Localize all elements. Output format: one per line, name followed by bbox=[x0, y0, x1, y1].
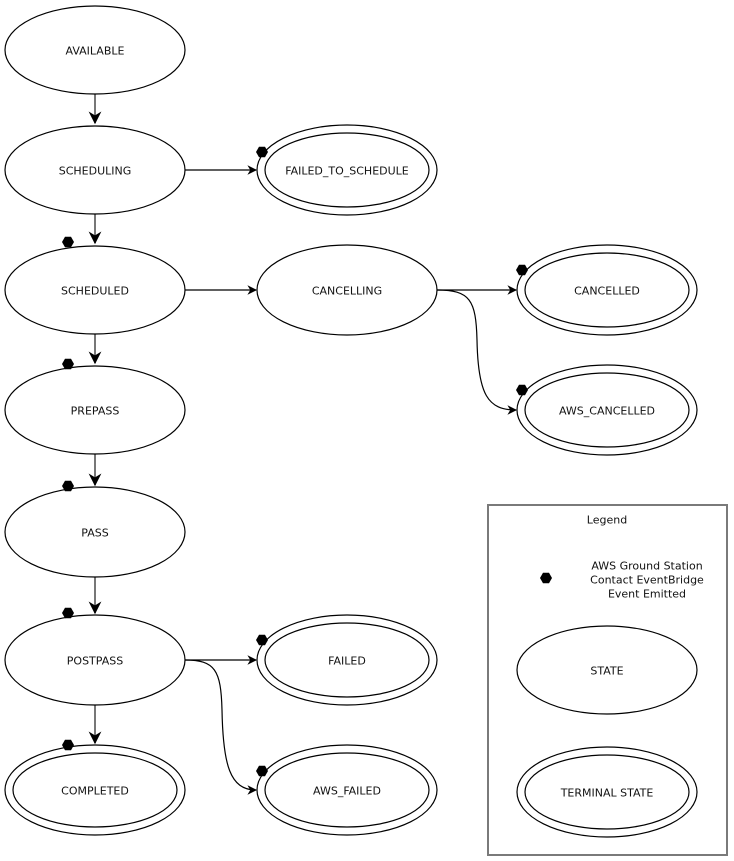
state-completed: COMPLETED bbox=[4, 744, 186, 836]
edge-cancelling-aws-cancelled bbox=[436, 289, 517, 415]
state-label: AWS_CANCELLED bbox=[559, 405, 655, 418]
state-label: PASS bbox=[81, 527, 108, 540]
state-cancelled: CANCELLED bbox=[516, 244, 698, 336]
state-label: AWS_FAILED bbox=[313, 785, 381, 798]
state-pass: PASS bbox=[4, 486, 186, 578]
state-label: FAILED bbox=[328, 655, 366, 668]
state-scheduling: SCHEDULING bbox=[4, 125, 186, 215]
state-label: SCHEDULING bbox=[59, 165, 132, 178]
legend-terminal-state-label: TERMINAL STATE bbox=[560, 787, 654, 800]
state-prepass: PREPASS bbox=[4, 365, 186, 455]
state-aws-cancelled: AWS_CANCELLED bbox=[516, 364, 698, 456]
state-failed: FAILED bbox=[256, 614, 438, 706]
state-label: PREPASS bbox=[71, 405, 120, 418]
state-scheduled: SCHEDULED bbox=[4, 245, 186, 335]
legend-state: STATE bbox=[516, 625, 698, 715]
state-diagram: AVAILABLE SCHEDULING SCHEDULED PREPASS P… bbox=[4, 5, 728, 856]
state-label: CANCELLED bbox=[574, 285, 640, 298]
legend-terminal-state: TERMINAL STATE bbox=[516, 746, 698, 838]
legend-title: Legend bbox=[587, 514, 627, 527]
legend-state-label: STATE bbox=[590, 665, 623, 678]
state-label: SCHEDULED bbox=[61, 285, 129, 298]
state-label: AVAILABLE bbox=[66, 45, 125, 58]
legend-event-line1: AWS Ground Station bbox=[591, 560, 702, 573]
state-label: FAILED_TO_SCHEDULE bbox=[285, 165, 409, 178]
legend-event-line3: Event Emitted bbox=[608, 588, 686, 601]
state-failed-to-schedule: FAILED_TO_SCHEDULE bbox=[256, 124, 438, 216]
state-available: AVAILABLE bbox=[4, 5, 186, 95]
edge-postpass-aws-failed bbox=[184, 659, 257, 795]
state-cancelling: CANCELLING bbox=[256, 244, 438, 336]
state-label: CANCELLING bbox=[312, 285, 382, 298]
state-aws-failed: AWS_FAILED bbox=[256, 744, 438, 836]
legend-event-line2: Contact EventBridge bbox=[590, 574, 704, 587]
legend: Legend AWS Ground Station Contact EventB… bbox=[487, 504, 728, 856]
state-label: POSTPASS bbox=[67, 655, 123, 668]
state-label: COMPLETED bbox=[61, 785, 129, 798]
state-postpass: POSTPASS bbox=[4, 614, 186, 706]
